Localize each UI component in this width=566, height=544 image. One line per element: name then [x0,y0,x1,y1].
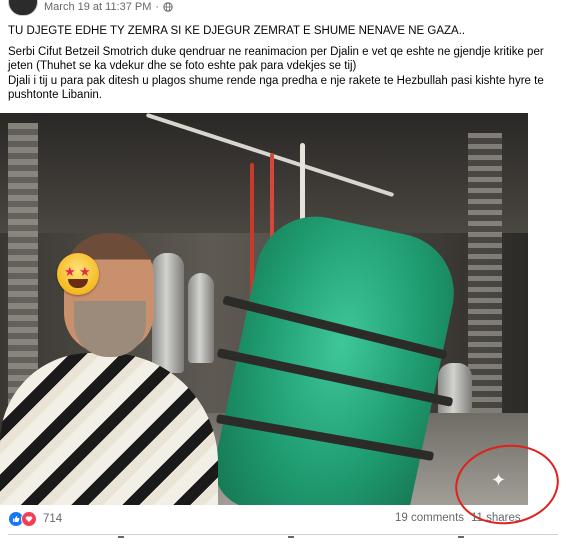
photo-cylinder [152,253,184,373]
photo-ceiling [0,113,528,233]
shares-link[interactable]: 11 shares [471,512,521,524]
star-struck-emoji: ★ ★ [57,253,99,295]
share-action-icon[interactable] [458,536,464,544]
post-title: TU DJEGTE EDHE TY ZEMRA SI KE DJEGUR ZEM… [8,25,466,37]
avatar[interactable] [8,0,38,16]
photo-cylinder [188,273,214,363]
post-footer: 714 19 comments 11 shares [0,509,566,531]
meta-separator: · [155,1,160,13]
footer-divider [8,534,558,535]
reaction-summary[interactable]: 714 [8,511,62,527]
star-eye-icon: ★ [64,264,76,279]
post-timestamp[interactable]: March 19 at 11:37 PM [44,1,151,13]
reaction-count: 714 [43,513,63,525]
emoji-mouth [68,279,88,288]
post-body-line2: Djali i tij u para pak ditesh u plagos s… [8,74,544,102]
comments-link[interactable]: 19 comments [395,512,464,524]
photo-person-beard [74,301,146,357]
post-meta: March 19 at 11:37 PM · [44,1,173,13]
star-eye-icon: ★ [79,264,91,279]
globe-icon[interactable] [163,2,173,12]
photo-person-body [0,353,218,505]
post-header: March 19 at 11:37 PM · [0,0,566,16]
post-photo[interactable]: ★ ★ [0,113,528,505]
comment-action-icon[interactable] [288,536,294,544]
post-body-line1: Serbi Cifut Betzeil Smotrich duke qendru… [8,45,544,73]
like-action-icon[interactable] [118,536,124,544]
post-text: TU DJEGTE EDHE TY ZEMRA SI KE DJEGUR ZEM… [8,24,558,103]
love-icon [21,511,37,527]
